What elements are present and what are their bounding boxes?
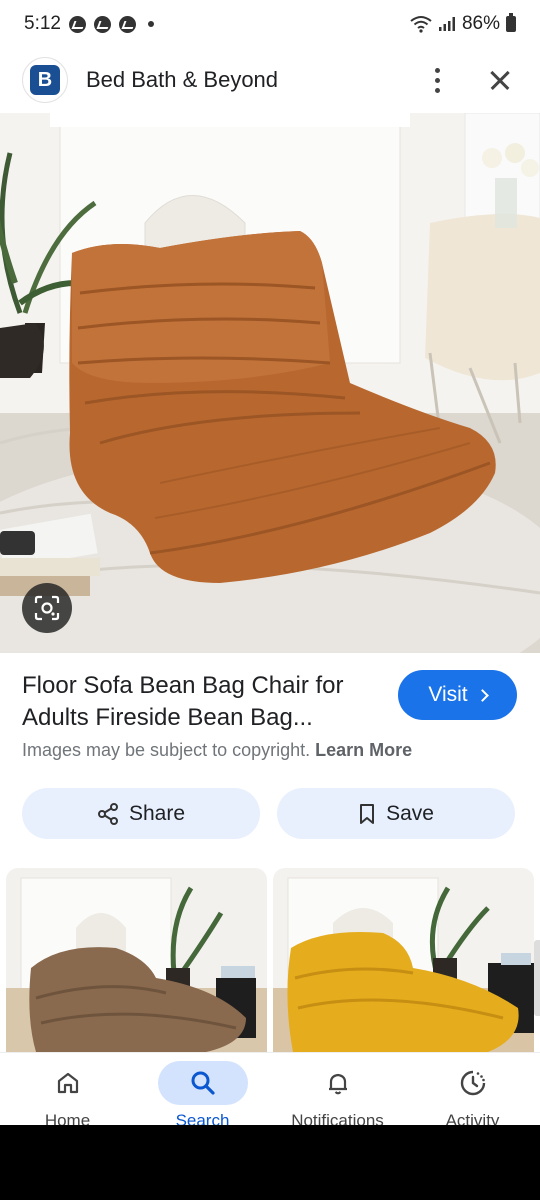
messenger-icon bbox=[68, 15, 86, 33]
nav-item-search[interactable]: Search bbox=[135, 1053, 270, 1125]
site-favicon: B bbox=[22, 57, 68, 103]
copyright-notice: Images may be subject to copyright. Lear… bbox=[22, 740, 412, 761]
nav-label-activity: Activity bbox=[445, 1111, 500, 1125]
home-icon bbox=[57, 1072, 78, 1094]
nav-item-home[interactable]: Home bbox=[0, 1053, 135, 1125]
visit-button[interactable]: Visit bbox=[398, 670, 517, 720]
app-header: B Bed Bath & Beyond bbox=[0, 48, 540, 112]
camera-lens-icon bbox=[34, 595, 60, 621]
nav-item-notifications[interactable]: Notifications bbox=[270, 1053, 405, 1125]
messenger-icon bbox=[93, 15, 111, 33]
site-name: Bed Bath & Beyond bbox=[86, 67, 279, 92]
messenger-icon bbox=[118, 15, 136, 33]
share-icon bbox=[97, 802, 118, 825]
notification-dot-icon bbox=[147, 21, 154, 27]
related-image[interactable] bbox=[273, 868, 534, 1052]
battery-percent: 86% bbox=[461, 13, 500, 34]
battery-icon bbox=[506, 13, 516, 32]
bean-bag-chair-image bbox=[0, 113, 540, 653]
yellow-bean-bag-thumbnail bbox=[273, 877, 534, 1052]
wifi-icon bbox=[410, 16, 432, 33]
search-icon bbox=[191, 1071, 215, 1095]
lens-search-button[interactable] bbox=[22, 583, 72, 633]
chevron-right-icon bbox=[475, 688, 489, 702]
favicon-letter: B bbox=[30, 65, 60, 95]
status-time: 5:12 bbox=[24, 13, 61, 34]
nav-item-activity[interactable]: Activity bbox=[405, 1053, 540, 1125]
visit-label: Visit bbox=[428, 683, 468, 706]
nav-label-home: Home bbox=[44, 1111, 91, 1125]
result-title[interactable]: Floor Sofa Bean Bag Chair for Adults Fir… bbox=[22, 670, 382, 734]
copyright-text: Images may be subject to copyright. bbox=[22, 740, 311, 760]
screen: 5:12 86% B Bed Bath & Beyond Floor Sofa … bbox=[0, 0, 540, 1125]
close-icon[interactable] bbox=[482, 62, 518, 98]
share-label: Share bbox=[128, 801, 186, 825]
signal-icon bbox=[438, 17, 455, 31]
related-image[interactable] bbox=[6, 868, 267, 1052]
save-button[interactable]: Save bbox=[277, 788, 515, 839]
bell-icon bbox=[328, 1073, 347, 1095]
activity-icon bbox=[460, 1070, 485, 1096]
product-image[interactable] bbox=[0, 113, 540, 653]
bookmark-icon bbox=[360, 803, 375, 824]
edge-panel-handle[interactable] bbox=[534, 940, 540, 1016]
nav-label-search: Search bbox=[175, 1111, 230, 1125]
brown-bean-bag-thumbnail bbox=[6, 877, 267, 1052]
status-bar: 5:12 86% bbox=[0, 0, 540, 48]
bottom-navigation: Home Search Notifications Activity bbox=[0, 1052, 540, 1125]
save-label: Save bbox=[386, 801, 434, 825]
nav-label-notifications: Notifications bbox=[291, 1111, 384, 1125]
share-button[interactable]: Share bbox=[22, 788, 260, 839]
more-options-icon[interactable] bbox=[422, 60, 452, 100]
learn-more-link[interactable]: Learn More bbox=[315, 740, 412, 760]
